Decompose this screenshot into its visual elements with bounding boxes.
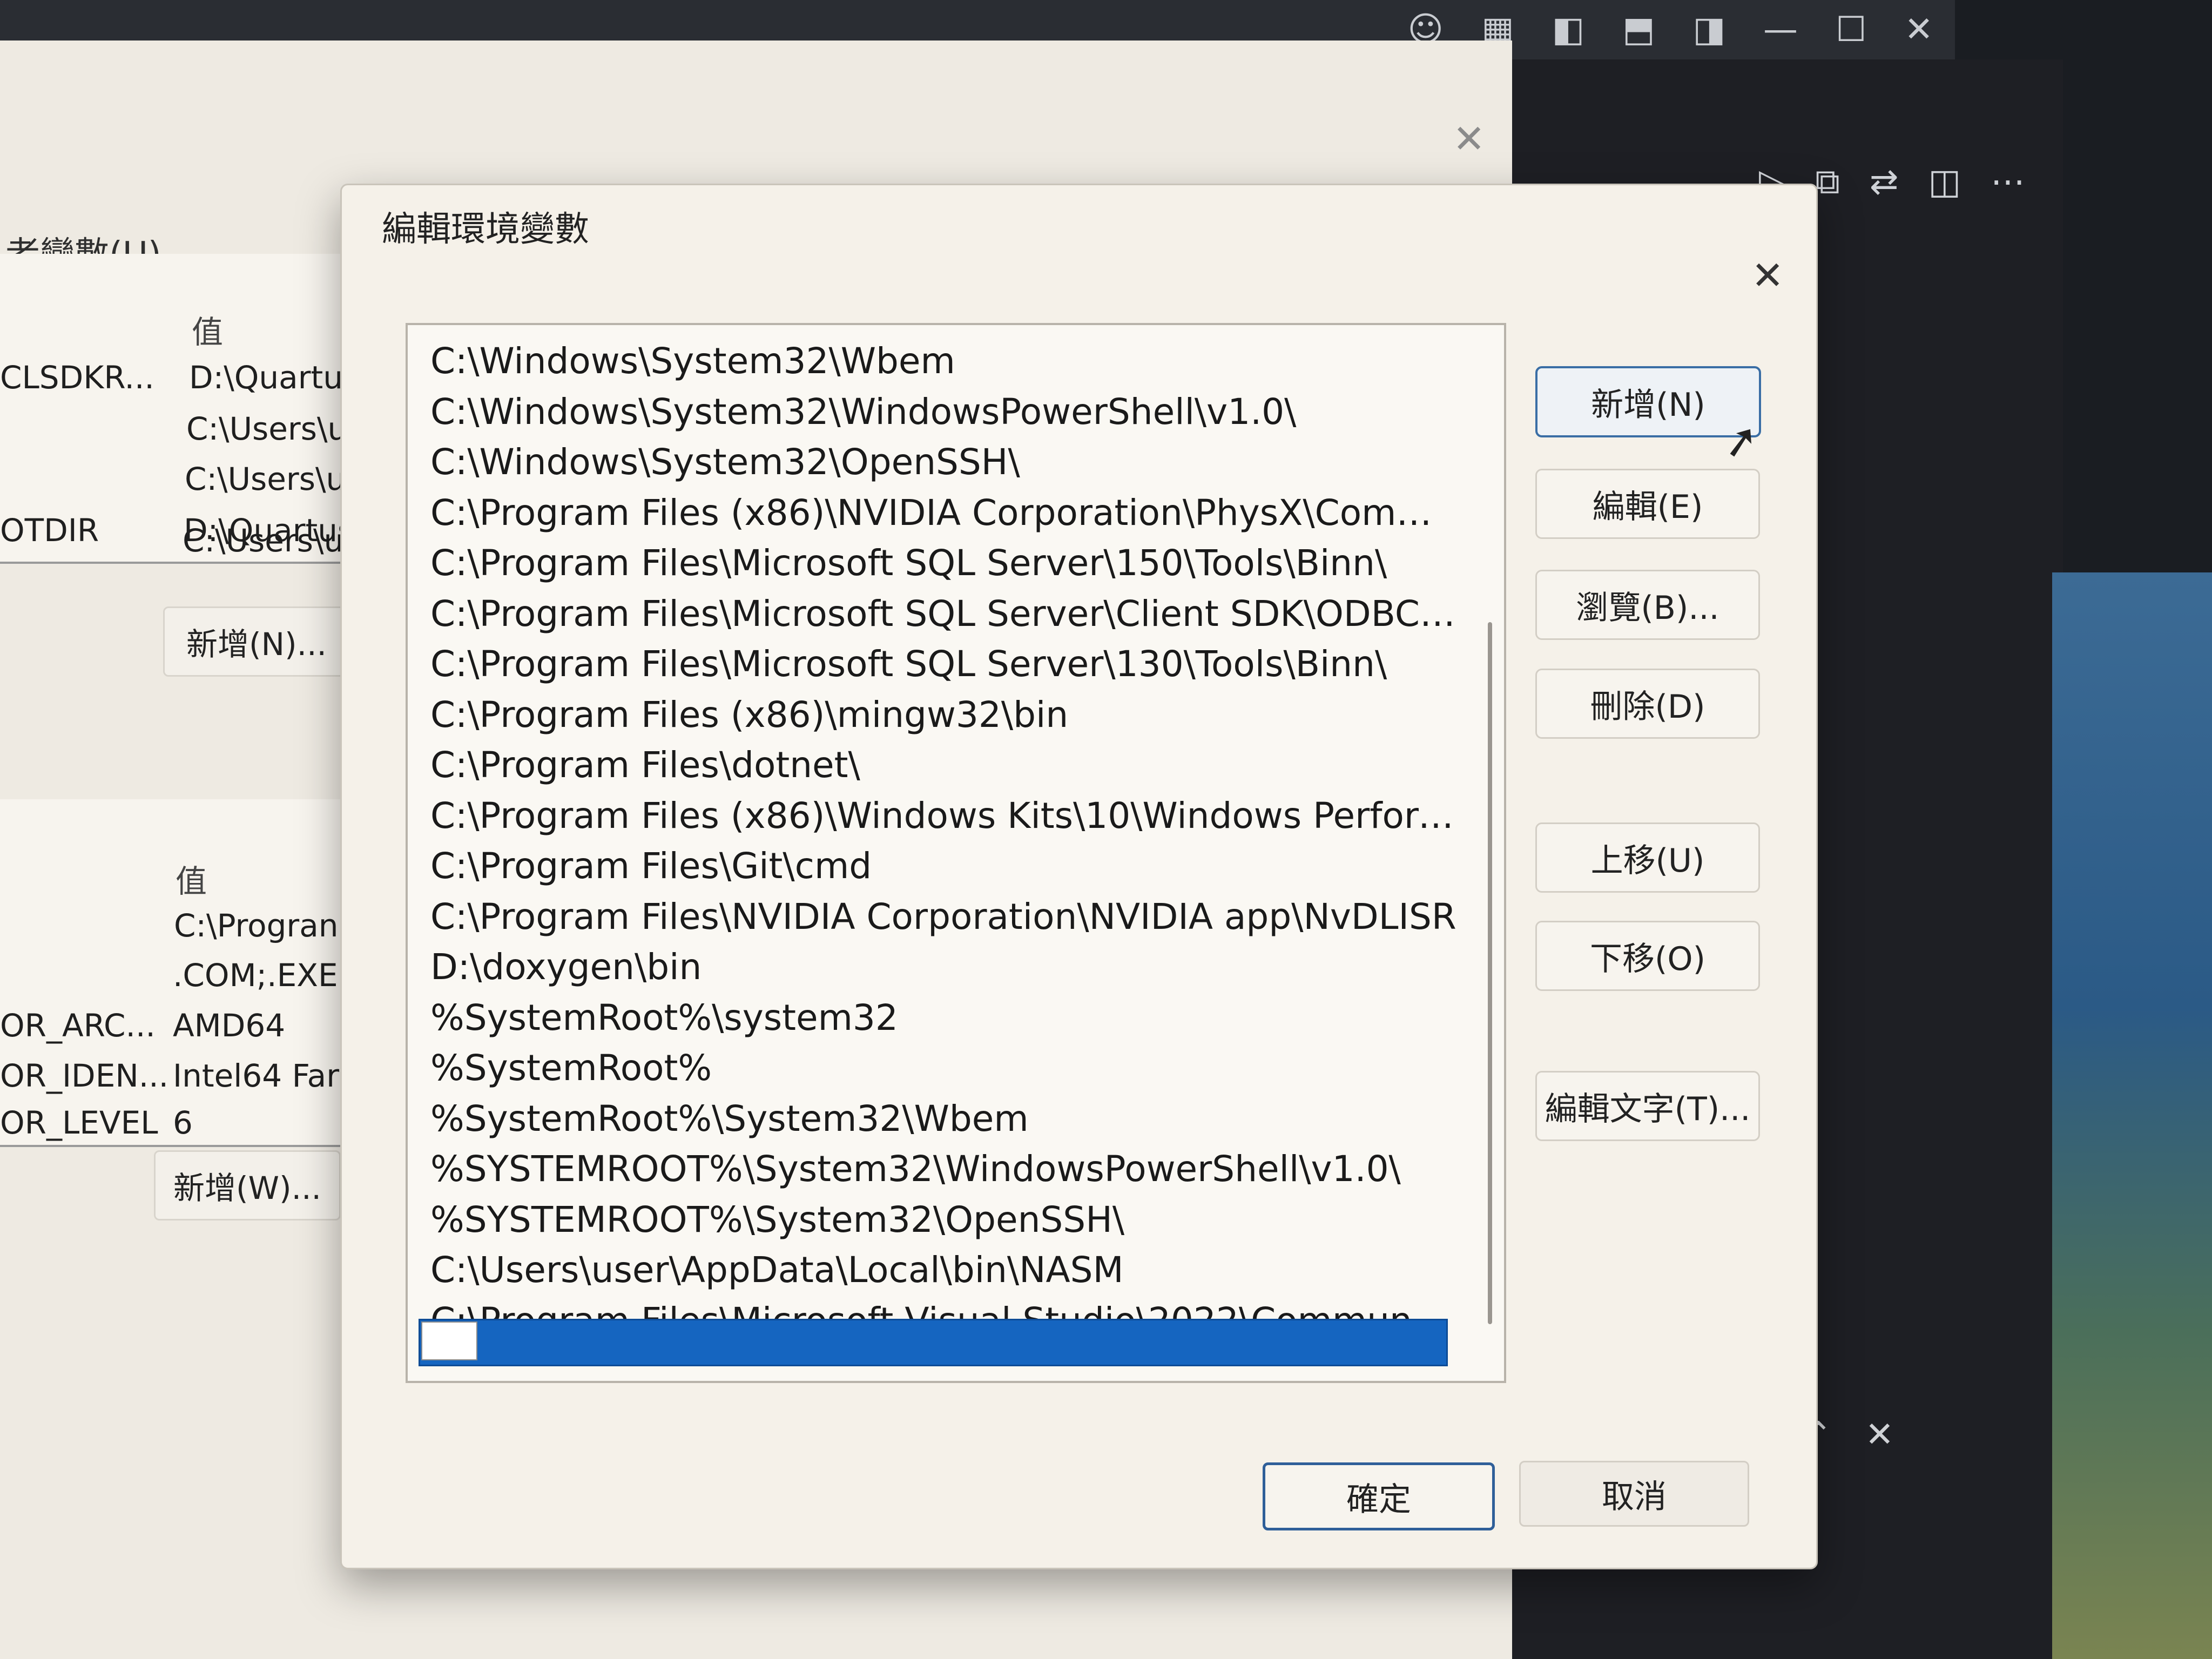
- split-editor-icon[interactable]: ⧉: [1815, 162, 1840, 202]
- edit-environment-variable-dialog: 編輯環境變數 ✕ C:\Windows\System32\Wbem C:\Wind…: [340, 184, 1818, 1569]
- ok-button[interactable]: 確定: [1263, 1462, 1495, 1530]
- close-icon[interactable]: ✕: [1904, 10, 1933, 50]
- path-item[interactable]: %SYSTEMROOT%\System32\WindowsPowerShell\…: [408, 1144, 1456, 1195]
- edit-button[interactable]: 編輯(E): [1535, 469, 1760, 539]
- path-item[interactable]: C:\Program Files\Microsoft SQL Server\Cl…: [408, 589, 1456, 639]
- move-down-button[interactable]: 下移(O): [1535, 921, 1760, 991]
- cancel-button[interactable]: 取消: [1519, 1461, 1749, 1527]
- dialog-title: 編輯環境變數: [382, 210, 589, 249]
- path-item[interactable]: C:\Program Files (x86)\Windows Kits\10\W…: [408, 791, 1456, 841]
- compare-icon[interactable]: ⇄: [1870, 162, 1899, 202]
- close-icon[interactable]: ✕: [1453, 116, 1485, 161]
- move-up-button[interactable]: 上移(U): [1535, 822, 1760, 893]
- delete-button[interactable]: 刪除(D): [1535, 669, 1760, 739]
- sidebar-right-icon[interactable]: ◨: [1693, 10, 1725, 50]
- new-entry-row[interactable]: [419, 1319, 1448, 1366]
- layout-split-icon[interactable]: ◫: [1928, 162, 1961, 202]
- path-item[interactable]: C:\Windows\System32\Wbem: [408, 336, 1456, 387]
- path-item[interactable]: C:\Program Files\Git\cmd: [408, 841, 1456, 892]
- close-icon[interactable]: ✕: [1751, 253, 1784, 298]
- path-item[interactable]: C:\Program Files (x86)\mingw32\bin: [408, 690, 1456, 740]
- browse-button[interactable]: 瀏覽(B)...: [1535, 570, 1760, 640]
- user-variables-table: 值 CLSDKR... D:\Quartus C:\Users\u C:\Use…: [0, 254, 359, 564]
- user-new-button[interactable]: 新增(N)...: [163, 606, 350, 677]
- edit-text-button[interactable]: 編輯文字(T)...: [1535, 1071, 1760, 1141]
- path-list[interactable]: C:\Windows\System32\Wbem C:\Windows\Syste…: [406, 323, 1506, 1383]
- value-column-header: 值: [176, 863, 207, 900]
- path-item[interactable]: %SystemRoot%\System32\Wbem: [408, 1094, 1456, 1144]
- more-icon[interactable]: ⋯: [1991, 162, 2025, 202]
- path-item[interactable]: C:\Windows\System32\OpenSSH\: [408, 437, 1456, 488]
- close-panel-icon[interactable]: ✕: [1865, 1415, 1894, 1455]
- maximize-icon[interactable]: ☐: [1836, 10, 1866, 50]
- path-item[interactable]: C:\Program Files\Microsoft SQL Server\15…: [408, 538, 1456, 589]
- value-column-header: 值: [192, 314, 224, 350]
- path-item[interactable]: D:\doxygen\bin: [408, 942, 1456, 993]
- scrollbar[interactable]: [1488, 622, 1492, 1324]
- new-entry-input[interactable]: [421, 1321, 477, 1360]
- system-new-button[interactable]: 新增(W)...: [154, 1150, 341, 1220]
- desktop-background: [2052, 572, 2212, 1659]
- path-item[interactable]: C:\Windows\System32\WindowsPowerShell\v1…: [408, 387, 1456, 437]
- path-item[interactable]: %SYSTEMROOT%\System32\OpenSSH\: [408, 1195, 1456, 1245]
- path-item[interactable]: C:\Program Files\NVIDIA Corporation\NVID…: [408, 892, 1456, 942]
- path-item[interactable]: C:\Users\user\AppData\Local\bin\NASM: [408, 1245, 1456, 1296]
- path-item[interactable]: C:\Program Files\dotnet\: [408, 740, 1456, 791]
- path-item[interactable]: C:\Program Files\Microsoft SQL Server\13…: [408, 639, 1456, 690]
- path-item[interactable]: %SystemRoot%\system32: [408, 993, 1456, 1043]
- sidebar-left-icon[interactable]: ◧: [1552, 10, 1584, 50]
- minimize-icon[interactable]: —: [1763, 10, 1798, 50]
- path-list-items: C:\Windows\System32\Wbem C:\Windows\Syste…: [408, 336, 1482, 1346]
- system-variables-table: 值 C:\Progran .COM;.EXE; OR_ARC... AMD64 …: [0, 799, 356, 1147]
- path-item[interactable]: %SystemRoot%: [408, 1043, 1456, 1094]
- path-item[interactable]: C:\Program Files (x86)\NVIDIA Corporatio…: [408, 488, 1456, 538]
- panel-icon[interactable]: ⬒: [1622, 10, 1655, 50]
